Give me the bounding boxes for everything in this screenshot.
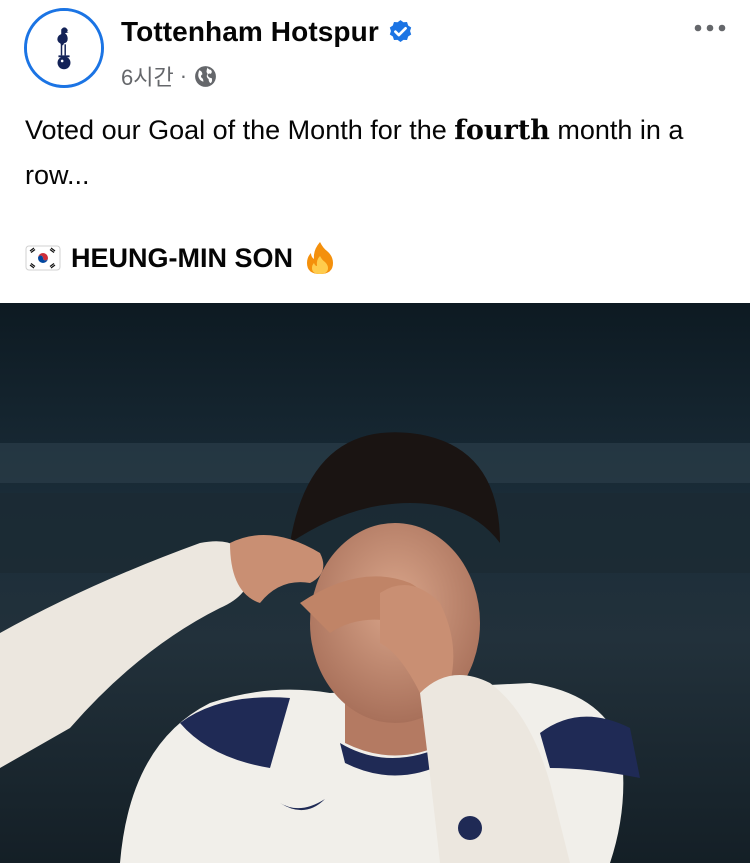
globe-icon	[195, 65, 216, 87]
more-options-icon	[694, 24, 726, 32]
post-photo[interactable]	[0, 303, 750, 863]
post-text-start: Voted our Goal of the Month for the	[25, 115, 455, 145]
verified-badge-icon	[389, 19, 412, 42]
more-options-button[interactable]	[692, 14, 728, 42]
post-header: Tottenham Hotspur 6시간 ·	[0, 0, 750, 100]
page-name-link[interactable]: Tottenham Hotspur	[121, 16, 379, 48]
player-celebration-photo	[0, 303, 750, 863]
tottenham-crest-icon	[27, 11, 101, 85]
fire-icon	[307, 242, 333, 274]
post-message: Voted our Goal of the Month for the four…	[25, 108, 725, 197]
post-timestamp[interactable]: 6시간	[121, 60, 174, 92]
post-text-emphasis: fourth	[454, 115, 550, 146]
page-avatar[interactable]	[24, 8, 104, 88]
highlight-line: HEUNG-MIN SON	[25, 240, 337, 276]
meta-separator: ·	[179, 63, 188, 88]
highlight-player-name: HEUNG-MIN SON	[71, 242, 293, 273]
south-korea-flag-icon	[25, 245, 61, 271]
post-meta: 6시간 ·	[121, 60, 218, 92]
